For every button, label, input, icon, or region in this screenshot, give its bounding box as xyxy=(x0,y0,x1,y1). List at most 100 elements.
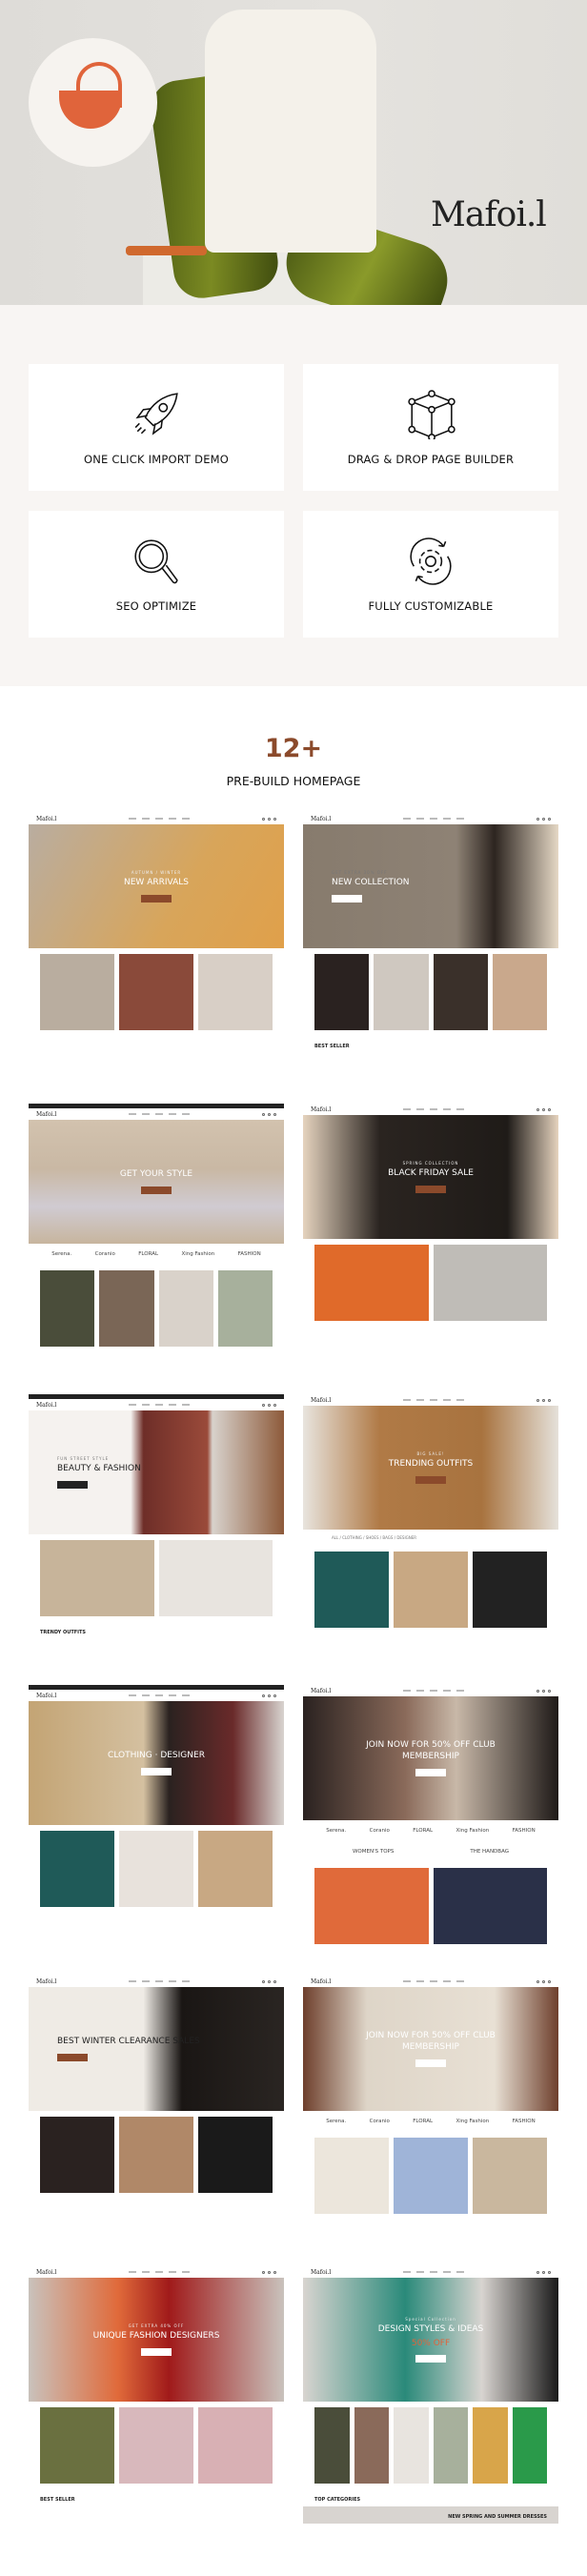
demo-homepage-thumbnail[interactable]: Mafoi.l Special Collection DESIGN STYLES &… xyxy=(303,2266,558,2538)
demo-nav: Mafoi.l xyxy=(303,1104,558,1115)
demo-menu xyxy=(403,1399,465,1401)
demo-nav-icons xyxy=(536,817,551,821)
demo-hero-title: NEW ARRIVALS xyxy=(124,878,189,888)
demo-homepage-thumbnail[interactable]: Mafoi.l JOIN NOW FOR 50% OFF CLUB MEMBERS… xyxy=(303,1976,558,2247)
demo-hero-title: CLOTHING · DESIGNER xyxy=(108,1751,205,1761)
demo-homepage-thumbnail[interactable]: Mafoi.l FUN STREET STYLE BEAUTY & FASHION T… xyxy=(29,1394,284,1666)
demo-homepage-thumbnail[interactable]: Mafoi.l GET YOUR STYLE Serena. Coranio FLORA… xyxy=(29,1104,284,1375)
demo-product-row xyxy=(303,1546,558,1633)
demo-product-tile xyxy=(40,2117,114,2193)
demo-shop-button xyxy=(141,2347,172,2356)
demo-nav-icons xyxy=(536,1979,551,1983)
demo-promo: 50% OFF xyxy=(411,2338,451,2348)
demo-nav-icons xyxy=(262,1403,276,1407)
demo-homepage-thumbnail[interactable]: Mafoi.l AUTUMN / WINTER NEW ARRIVALS xyxy=(29,813,284,1085)
demo-menu xyxy=(129,2271,191,2273)
demo-product-row xyxy=(303,948,558,1036)
demo-nav: Mafoi.l xyxy=(29,813,284,824)
demo-brand-row: Serena. Coranio FLORAL Xing Fashion FASHION xyxy=(303,2111,558,2132)
demo-product-tile xyxy=(354,2407,389,2484)
demo-homepage-thumbnail[interactable]: Mafoi.l JOIN NOW FOR 50% OFF CLUB MEMBERS… xyxy=(303,1685,558,1957)
feature-card-builder: DRAG & DROP PAGE BUILDER xyxy=(303,364,558,491)
demo-product-tile xyxy=(119,1831,193,1907)
demo-brand-row: Serena. Coranio FLORAL Xing Fashion FASHION xyxy=(303,1820,558,1841)
demo-section-title: TOP TRENDING xyxy=(303,1950,558,1957)
demo-logo: Mafoi.l xyxy=(36,1692,57,1699)
demo-footer-banner: NEW SPRING AND SUMMER DRESSES xyxy=(303,2506,558,2524)
demo-logo: Mafoi.l xyxy=(311,1105,332,1113)
demo-logo: Mafoi.l xyxy=(311,1396,332,1404)
demo-hero-eyebrow: GET EXTRA 30% OFF xyxy=(332,870,388,876)
demo-homepage-thumbnail[interactable]: Mafoi.l BIG SALE! TRENDING OUTFITS ALL / CL… xyxy=(303,1394,558,1666)
demo-homepage-thumbnail[interactable]: Mafoi.l CLOTHING · DESIGNER xyxy=(29,1685,284,1957)
demo-section-title: BEST SELLER xyxy=(314,1044,350,1049)
demo-nav: Mafoi.l xyxy=(29,1399,284,1410)
demo-homepage-thumbnail[interactable]: Mafoi.l BEST WINTER CLEARANCE SALES xyxy=(29,1976,284,2247)
brand-logo: FLORAL xyxy=(413,1828,434,1834)
demo-product-tile xyxy=(119,2117,193,2193)
feature-card-seo: SEO OPTIMIZE xyxy=(29,511,284,638)
feature-label: DRAG & DROP PAGE BUILDER xyxy=(347,452,515,466)
demo-homepage-thumbnail[interactable]: Mafoi.l GET EXTRA 40% OFF UNIQUE FASHION D… xyxy=(29,2266,284,2538)
demo-label: WOMEN'S TOPS xyxy=(352,1849,395,1855)
demo-nav: Mafoi.l xyxy=(29,1108,284,1120)
demo-nav-icons xyxy=(262,2270,276,2274)
brand-logo: Serena. xyxy=(51,1251,72,1257)
hero-banner: Mafoi.l xyxy=(0,0,587,305)
brand-logo: Xing Fashion xyxy=(455,1828,490,1834)
demo-homepage-thumbnail[interactable]: Mafoi.l SPRING COLLECTION BLACK FRIDAY SAL… xyxy=(303,1104,558,1375)
demo-section-title: TRENDY OUTFITS xyxy=(40,1630,87,1635)
demo-nav: Mafoi.l xyxy=(303,1685,558,1696)
demo-nav: Mafoi.l xyxy=(29,1976,284,1987)
demo-homepage-thumbnail[interactable]: Mafoi.l GET EXTRA 30% OFF NEW COLLECTION BE… xyxy=(303,813,558,1085)
demo-product-tile xyxy=(394,2407,429,2484)
demo-logo: Mafoi.l xyxy=(36,1110,57,1118)
demo-hero-eyebrow: SPRING COLLECTION xyxy=(402,1161,459,1166)
demo-nav: Mafoi.l xyxy=(29,2266,284,2278)
rocket-icon xyxy=(134,392,178,436)
demo-brand-row: Serena. Coranio FLORAL Xing Fashion FASHION xyxy=(29,1244,284,1265)
demo-hero: BIG SALE! TRENDING OUTFITS xyxy=(303,1406,558,1530)
demo-hero-eyebrow: GET EXTRA 40% OFF xyxy=(128,2323,185,2329)
demo-shop-button xyxy=(415,2059,446,2067)
demo-product-row xyxy=(303,2132,558,2220)
demo-labels: WOMEN'S TOPS THE HANDBAG xyxy=(303,1841,558,1862)
demo-product-tile xyxy=(314,1245,429,1321)
demo-logo: Mafoi.l xyxy=(311,2268,332,2276)
demo-hero-eyebrow: FUN STREET STYLE xyxy=(57,1456,110,1462)
brand-logo: Xing Fashion xyxy=(181,1251,215,1257)
brand-logo: Mafoi.l xyxy=(431,195,547,234)
demo-hero: JOIN NOW FOR 50% OFF CLUB MEMBERSHIP xyxy=(303,1987,558,2111)
demo-product-row xyxy=(29,1825,284,1913)
demo-hero-title: UNIQUE FASHION DESIGNERS xyxy=(92,2331,220,2342)
demo-product-tile xyxy=(198,1831,273,1907)
demo-menu xyxy=(403,1690,465,1692)
hero-model-blouse xyxy=(205,10,376,253)
feature-label: ONE CLICK IMPORT DEMO xyxy=(83,452,230,466)
brand-logo: Coranio xyxy=(369,1828,390,1834)
demo-product-tile xyxy=(473,2407,508,2484)
cube-icon xyxy=(408,389,455,439)
demo-nav: Mafoi.l xyxy=(303,813,558,824)
demo-product-row xyxy=(29,2402,284,2489)
demo-product-tile xyxy=(314,954,370,1030)
demo-nav: Mafoi.l xyxy=(303,1976,558,1987)
demo-product-tile xyxy=(492,954,547,1030)
demo-product-tile xyxy=(473,1552,547,1628)
demo-product-row xyxy=(29,1534,284,1622)
demo-hero-title: JOIN NOW FOR 50% OFF CLUB MEMBERSHIP xyxy=(366,2031,496,2052)
demo-product-tile xyxy=(198,954,273,1030)
demo-hero-title: JOIN NOW FOR 50% OFF CLUB MEMBERSHIP xyxy=(366,1740,496,1761)
brand-logo: Coranio xyxy=(94,1251,115,1257)
demo-nav-icons xyxy=(536,1689,551,1693)
demo-product-tile xyxy=(374,954,429,1030)
brand-logo: Serena. xyxy=(326,2119,347,2124)
demo-product-tile xyxy=(433,1245,547,1321)
demo-hero-title: BEST WINTER CLEARANCE SALES xyxy=(57,2037,200,2047)
demo-shop-button xyxy=(57,2053,88,2061)
demo-shop-button xyxy=(57,1480,88,1489)
feature-label: FULLY CUSTOMIZABLE xyxy=(368,598,494,613)
demo-shop-button xyxy=(415,2355,446,2363)
demo-hero: SPRING COLLECTION BLACK FRIDAY SALE xyxy=(303,1115,558,1239)
demo-shop-button xyxy=(141,1767,172,1775)
